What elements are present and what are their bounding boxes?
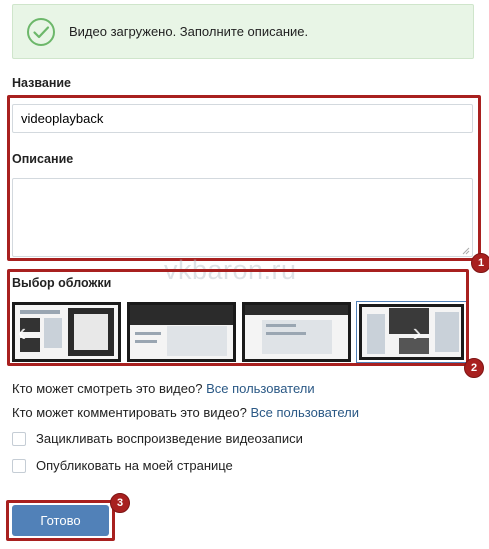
title-label: Название <box>12 76 72 90</box>
success-message: Видео загружено. Заполните описание. <box>69 24 309 39</box>
annotation-frame-1 <box>7 95 481 261</box>
comment-privacy-row: Кто может комментировать это видео? Все … <box>12 405 359 420</box>
success-alert: Видео загружено. Заполните описание. <box>12 4 474 59</box>
publish-option[interactable]: Опубликовать на моей странице <box>12 458 233 473</box>
annotation-badge-3: 3 <box>110 493 130 513</box>
view-privacy-link[interactable]: Все пользователи <box>206 381 315 396</box>
loop-label: Зацикливать воспроизведение видеозаписи <box>36 431 303 446</box>
loop-checkbox[interactable] <box>12 431 26 446</box>
comment-privacy-link[interactable]: Все пользователи <box>250 405 359 420</box>
annotation-badge-2: 2 <box>464 358 484 378</box>
loop-option[interactable]: Зацикливать воспроизведение видеозаписи <box>12 431 303 446</box>
comment-privacy-question: Кто может комментировать это видео? <box>12 405 247 420</box>
view-privacy-question: Кто может смотреть это видео? <box>12 381 203 396</box>
publish-label: Опубликовать на моей странице <box>36 458 233 473</box>
publish-checkbox[interactable] <box>12 458 26 473</box>
checkmark-circle-icon <box>27 17 55 46</box>
annotation-frame-3 <box>6 500 115 541</box>
annotation-frame-2 <box>7 269 469 366</box>
view-privacy-row: Кто может смотреть это видео? Все пользо… <box>12 381 315 396</box>
annotation-badge-1: 1 <box>471 253 489 273</box>
